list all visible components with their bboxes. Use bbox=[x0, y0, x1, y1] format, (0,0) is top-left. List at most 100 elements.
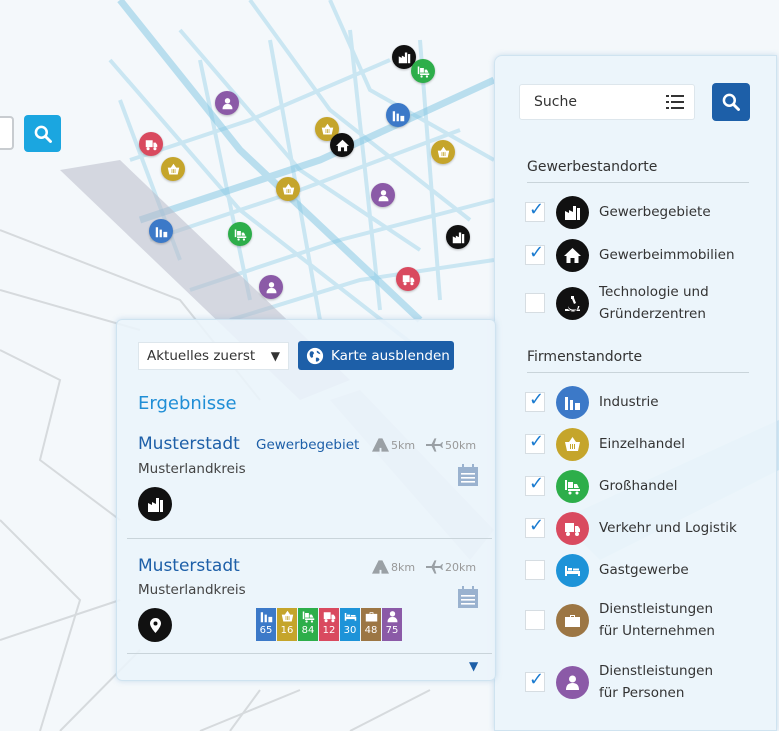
scroll-down-icon[interactable]: ▼ bbox=[469, 659, 478, 673]
checkbox-checked[interactable]: ✓ bbox=[525, 473, 545, 496]
category-count-value: 48 bbox=[364, 625, 378, 636]
basket-icon bbox=[281, 610, 293, 622]
checkbox-unchecked[interactable] bbox=[525, 610, 545, 630]
checkmark-icon: ✓ bbox=[529, 669, 545, 690]
hide-map-button[interactable]: Karte ausblenden bbox=[298, 341, 454, 370]
category-count-value: 65 bbox=[259, 625, 273, 636]
map-marker[interactable] bbox=[386, 103, 410, 127]
map-marker[interactable] bbox=[228, 222, 252, 246]
filter-item[interactable]: Technologie und Gründerzentren bbox=[525, 280, 709, 326]
category-icon bbox=[556, 665, 589, 699]
checkbox-checked[interactable]: ✓ bbox=[525, 431, 545, 454]
map-marker[interactable] bbox=[446, 225, 470, 249]
category-icon bbox=[556, 603, 589, 637]
sort-select[interactable]: Aktuelles zuerst ▼ bbox=[138, 342, 289, 370]
result-type-icon bbox=[138, 487, 172, 521]
category-count[interactable]: 65 bbox=[256, 608, 276, 641]
checkbox-unchecked[interactable] bbox=[525, 560, 545, 580]
result-subtitle: Musterlandkreis bbox=[138, 582, 246, 598]
checkmark-icon: ✓ bbox=[529, 515, 545, 536]
filter-item[interactable]: Gastgewerbe bbox=[525, 552, 689, 588]
checkmark-icon: ✓ bbox=[529, 199, 545, 220]
bed-icon bbox=[565, 565, 580, 576]
filter-item[interactable]: ✓ Verkehr und Logistik bbox=[525, 510, 737, 546]
checkmark-icon: ✓ bbox=[529, 473, 545, 494]
factory-icon bbox=[147, 497, 163, 512]
category-count-value: 16 bbox=[280, 625, 294, 636]
checkbox-unchecked[interactable] bbox=[525, 293, 545, 313]
result-title[interactable]: Musterstadt bbox=[138, 434, 240, 454]
road-distance: 5km bbox=[372, 438, 415, 452]
filter-item-label: Dienstleistungen für Unternehmen bbox=[599, 601, 715, 639]
map-search-input[interactable] bbox=[0, 116, 14, 150]
factory-icon bbox=[565, 205, 580, 220]
basket-icon bbox=[565, 436, 580, 451]
map-marker[interactable] bbox=[215, 91, 239, 115]
filter-item-label: Verkehr und Logistik bbox=[599, 520, 737, 536]
category-icon bbox=[556, 238, 589, 272]
map-marker[interactable] bbox=[371, 183, 395, 207]
category-count[interactable]: 75 bbox=[382, 608, 402, 641]
filter-item[interactable]: ✓ Gewerbeimmobilien bbox=[525, 237, 735, 273]
checkbox-checked[interactable]: ✓ bbox=[525, 242, 545, 265]
map-marker[interactable] bbox=[396, 267, 420, 291]
checkbox-checked[interactable]: ✓ bbox=[525, 199, 545, 222]
category-count[interactable]: 30 bbox=[340, 608, 360, 641]
category-icon bbox=[556, 385, 589, 419]
result-title[interactable]: Musterstadt bbox=[138, 556, 240, 576]
map-marker[interactable] bbox=[330, 133, 354, 157]
map-marker[interactable] bbox=[149, 219, 173, 243]
section-heading-gewerbestandorte: Gewerbestandorte bbox=[527, 159, 658, 175]
basket-icon bbox=[282, 183, 294, 194]
map-marker[interactable] bbox=[411, 59, 435, 83]
category-count[interactable]: 16 bbox=[277, 608, 297, 641]
section-heading-firmenstandorte: Firmenstandorte bbox=[527, 349, 643, 365]
filter-panel: Gewerbestandorte ✓ Gewerbegebiete ✓ Gewerbe… bbox=[494, 55, 777, 731]
filter-item-label: Gastgewerbe bbox=[599, 562, 689, 578]
filter-search-button[interactable] bbox=[712, 83, 750, 121]
road-icon bbox=[372, 560, 389, 574]
map-marker[interactable] bbox=[431, 140, 455, 164]
checkbox-checked[interactable]: ✓ bbox=[525, 515, 545, 538]
checkmark-icon: ✓ bbox=[529, 431, 545, 452]
map-marker[interactable] bbox=[161, 157, 185, 181]
filter-item[interactable]: ✓ Dienstleistungen für Personen bbox=[525, 659, 713, 705]
filter-item[interactable]: ✓ Industrie bbox=[525, 384, 659, 420]
forklift-icon bbox=[234, 229, 246, 241]
filter-item-label: Technologie und Gründerzentren bbox=[599, 284, 709, 322]
checkbox-checked[interactable]: ✓ bbox=[525, 669, 545, 692]
category-count[interactable]: 48 bbox=[361, 608, 381, 641]
list-icon[interactable] bbox=[666, 94, 684, 110]
air-distance: 20km bbox=[426, 560, 476, 574]
category-counts: 65 16 84 12 30 48 75 bbox=[256, 608, 403, 641]
map-search-button[interactable] bbox=[24, 115, 61, 152]
category-count-value: 84 bbox=[301, 625, 315, 636]
filter-item[interactable]: ✓ Gewerbegebiete bbox=[525, 194, 711, 230]
map-marker[interactable] bbox=[276, 177, 300, 201]
map-marker[interactable] bbox=[259, 275, 283, 299]
result-location-icon[interactable] bbox=[138, 608, 172, 642]
filter-search-input[interactable] bbox=[532, 93, 656, 111]
globe-icon bbox=[306, 347, 324, 364]
map-marker[interactable] bbox=[139, 132, 163, 156]
home-icon bbox=[564, 247, 581, 263]
category-count[interactable]: 84 bbox=[298, 608, 318, 641]
checkmark-icon: ✓ bbox=[529, 389, 545, 410]
industry-icon bbox=[155, 226, 167, 237]
forklift-icon bbox=[565, 479, 580, 494]
filter-item[interactable]: ✓ Großhandel bbox=[525, 468, 678, 504]
calendar-icon[interactable] bbox=[458, 586, 478, 608]
industry-icon bbox=[392, 110, 404, 121]
person-icon bbox=[222, 97, 232, 109]
location-pin-icon bbox=[149, 617, 161, 633]
category-count-value: 30 bbox=[343, 625, 357, 636]
checkbox-checked[interactable]: ✓ bbox=[525, 389, 545, 412]
filter-item-label: Dienstleistungen für Personen bbox=[599, 663, 714, 701]
industry-icon bbox=[260, 612, 272, 623]
filter-item[interactable]: ✓ Einzelhandel bbox=[525, 426, 685, 462]
category-count[interactable]: 12 bbox=[319, 608, 339, 641]
filter-search-box[interactable] bbox=[519, 84, 695, 120]
filter-item[interactable]: Dienstleistungen für Unternehmen bbox=[525, 597, 715, 643]
calendar-icon[interactable] bbox=[458, 464, 478, 486]
truck-icon bbox=[145, 139, 157, 150]
